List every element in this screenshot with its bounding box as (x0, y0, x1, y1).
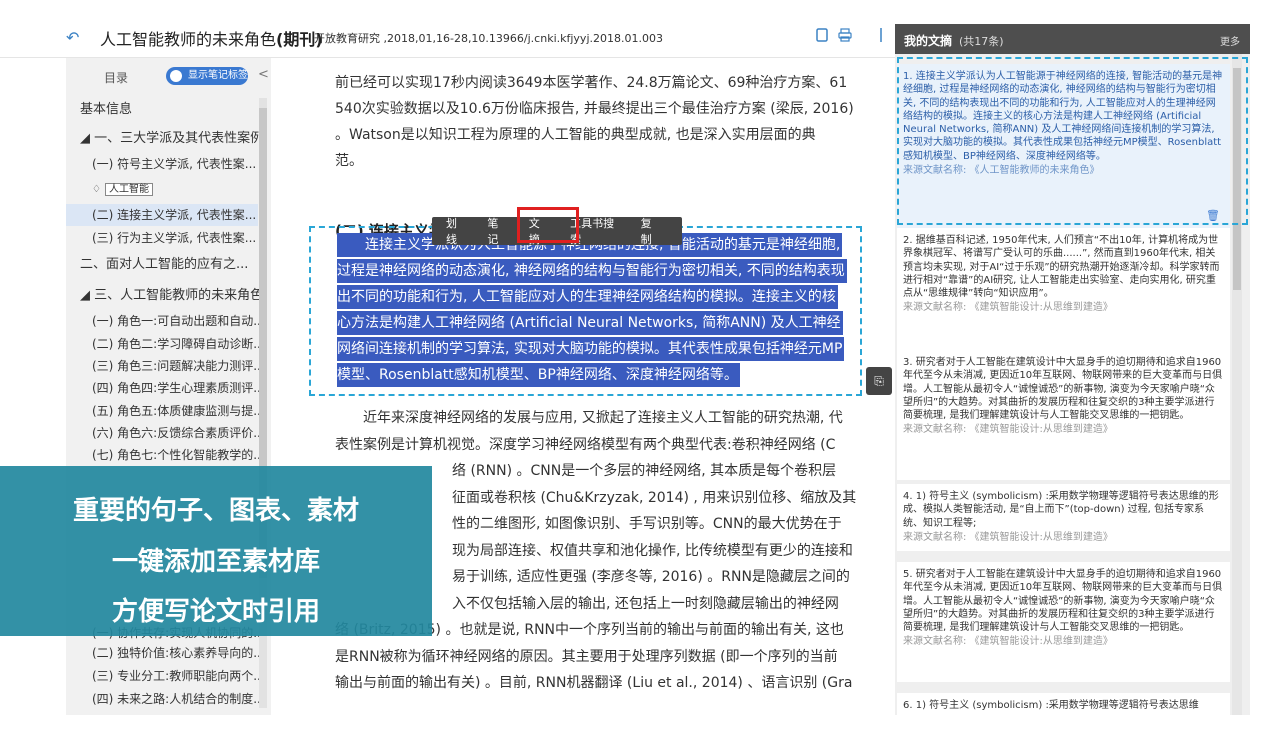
new-excerpt-outline (897, 57, 1248, 225)
highlighted-line[interactable]: 模型、Rosenblatt感知机模型、BP神经网络、深度神经网络等。 (337, 363, 740, 387)
text-line: 540次实验数据以及10.6万份临床报告, 并最终提出三个最佳治疗方案 (梁辰,… (335, 101, 854, 117)
toc-item-label: 一、三大学派及其代表性案例 (94, 131, 264, 146)
text-line: 表性案例是计算机视觉。深度学习神经网络模型有两个典型代表:卷积神经网络 (C (335, 436, 836, 453)
text-line: 是RNN被称为循环神经网络的原因。其主要用于处理序列数据 (即一个序列的当前 (335, 648, 838, 665)
toc-item[interactable]: (三) 专业分工:教师职能向两个... (92, 665, 271, 687)
underline-button[interactable]: 划线 (446, 215, 465, 247)
toc-item[interactable]: (四) 未来之路:人机结合的制度... (92, 688, 271, 710)
text-line: 范。 (335, 153, 363, 169)
excerpt-card[interactable]: 5. 研究者对于人工智能在建筑设计中大显身手的迫切期待和追求自1960年代至今从… (897, 562, 1230, 682)
toc-item-selected[interactable]: (二) 连接主义学派, 代表性案... (66, 204, 258, 226)
excerpt-card[interactable]: 6. 1) 符号主义 (symbolicism) :采用数学物理等逻辑符号表达思… (897, 693, 1230, 715)
note-button[interactable]: 笔记 (487, 215, 506, 247)
highlighted-line[interactable]: 过程是神经网络的动态演化, 神经网络的结构与智能行为密切相关, 不同的结构表现 (337, 259, 847, 283)
toc-item[interactable]: (五) 角色五:体质健康监测与提... (92, 400, 271, 422)
toc-item[interactable]: (七) 角色七:个性化智能教学的... (92, 444, 271, 466)
collapse-icon[interactable]: < (258, 67, 269, 82)
excerpt-panel-title: 我的文摘 (904, 34, 953, 48)
tag-icon: ♢ (92, 184, 101, 195)
toc-item[interactable]: (四) 角色四:学生心理素质测评... (92, 377, 271, 399)
text-line: 前已经可以实现17秒内阅读3649本医学著作、24.8万篇论文、69种治疗方案、… (335, 75, 848, 91)
text-line: 输出与前面的输出有关) 。目前, RNN机器翻译 (Liu et al., 20… (335, 675, 853, 691)
excerpt-source: 来源文献名称: 《建筑智能设计:从思维到建造》 (903, 424, 1113, 436)
document-title: 人工智能教师的未来角色(期刊) (100, 30, 323, 49)
highlighted-line[interactable]: 出不同的功能和行为, 人工智能应对人的生理神经网络结构的模拟。连接主义的核 (337, 285, 838, 309)
text-line: 。Watson是以知识工程为原理的人工智能的典型成就, 也是深入实用层面的典 (335, 127, 816, 143)
tag-label: 人工智能 (104, 183, 153, 196)
toc-item[interactable]: (一) 符号主义学派, 代表性案... (92, 153, 271, 175)
toc-item[interactable]: 二、面对人工智能的应有之... (80, 254, 271, 276)
toc-header: 目录 显示笔记标签 < (66, 58, 271, 94)
copy-button[interactable]: 复制 (641, 215, 660, 247)
excerpt-count: (共17条) (959, 35, 1004, 48)
banner-line: 方便写论文时引用 (111, 597, 320, 627)
excerpt-card[interactable]: 4. 1) 符号主义 (symbolicism) :采用数学物理等逻辑符号表达思… (897, 484, 1230, 551)
more-link[interactable]: 更多 (1220, 33, 1240, 48)
toc-item[interactable]: (二) 独特价值:核心素养导向的... (92, 642, 271, 664)
toc-item[interactable]: (三) 角色三:问题解决能力测评... (92, 355, 271, 377)
toc-item[interactable]: (三) 行为主义学派, 代表性案... (92, 227, 271, 249)
excerpt-text: 4. 1) 符号主义 (symbolicism) :采用数学物理等逻辑符号表达思… (903, 491, 1219, 529)
highlighted-line[interactable]: 网络间连接机制的学习算法, 实现对大脑功能的模拟。其代表性成果包括神经元MP (337, 337, 845, 361)
excerpt-source: 来源文献名称: 《建筑智能设计:从思维到建造》 (903, 636, 1113, 648)
banner-line: 重要的句子、图表、素材 (72, 496, 359, 526)
excerpt-card[interactable]: 3. 研究者对于人工智能在建筑设计中大显身手的迫切期待和追求自1960年代至今从… (897, 350, 1230, 480)
toc-item[interactable]: (一) 角色一:可自动出题和自动... (92, 310, 271, 332)
text-line: 近年来深度神经网络的发展与应用, 又掀起了连接主义人工智能的研究热潮, 代 (335, 410, 843, 426)
highlighted-line[interactable]: 心方法是构建人工神经网络 (Artificial Neural Networks… (337, 311, 843, 335)
toc-item[interactable]: (六) 角色六:反馈综合素质评价... (92, 422, 271, 444)
banner-line: 一键添加至素材库 (111, 547, 320, 577)
toc-item[interactable]: (二) 角色二:学习障碍自动诊断... (92, 333, 271, 355)
promo-banner: 重要的句子、图表、素材 一键添加至素材库 方便写论文时引用 (0, 466, 432, 636)
toc-label: 目录 (104, 71, 129, 85)
excerpt-panel-header: 我的文摘 (共17条) 更多 (895, 24, 1250, 54)
excerpt-source: 来源文献名称: 《建筑智能设计:从思维到建造》 (903, 531, 1113, 543)
toc-item[interactable]: 基本信息 (80, 99, 271, 121)
document-meta: 开放教育研究 ,2018,01,16-28,10.13966/j.cnki.kf… (314, 32, 663, 45)
excerpt-source: 来源文献名称: 《建筑智能设计:从思维到建造》 (903, 302, 1113, 314)
excerpt-highlight-frame (517, 207, 579, 243)
back-icon[interactable]: ↶ (66, 28, 79, 47)
print-icon[interactable] (838, 28, 852, 42)
show-notes-toggle[interactable]: 显示笔记标签 (166, 67, 248, 85)
excerpt-text: 3. 研究者对于人工智能在建筑设计中大显身手的迫切期待和追求自1960年代至今从… (903, 357, 1223, 422)
top-bar: ↶ 人工智能教师的未来角色(期刊) 开放教育研究 ,2018,01,16-28,… (0, 0, 895, 58)
divider-icon (880, 28, 882, 42)
toc-note-tag[interactable]: ♢ 人工智能 (92, 180, 153, 196)
toc-item-label: 三、人工智能教师的未来角色 (94, 288, 264, 303)
excerpt-card[interactable]: 2. 据维基百科记述, 1950年代末, 人们预言“不出10年, 计算机将成为世… (897, 228, 1230, 355)
toc-item[interactable]: ◢ 一、三大学派及其代表性案例 (80, 128, 271, 150)
excerpt-text: 2. 据维基百科记述, 1950年代末, 人们预言“不出10年, 计算机将成为世… (903, 235, 1220, 300)
paragraph: 前已经可以实现17秒内阅读3649本医学著作、24.8万篇论文、69种治疗方案、… (335, 70, 855, 174)
excerpt-panel-icon[interactable]: ⎘ (866, 367, 892, 395)
excerpt-text: 6. 1) 符号主义 (symbolicism) :采用数学物理等逻辑符号表达思… (903, 700, 1199, 711)
toc-item[interactable]: ◢ 三、人工智能教师的未来角色 (80, 285, 271, 307)
excerpt-text: 5. 研究者对于人工智能在建筑设计中大显身手的迫切期待和追求自1960年代至今从… (903, 569, 1223, 634)
phone-icon[interactable] (815, 28, 829, 42)
